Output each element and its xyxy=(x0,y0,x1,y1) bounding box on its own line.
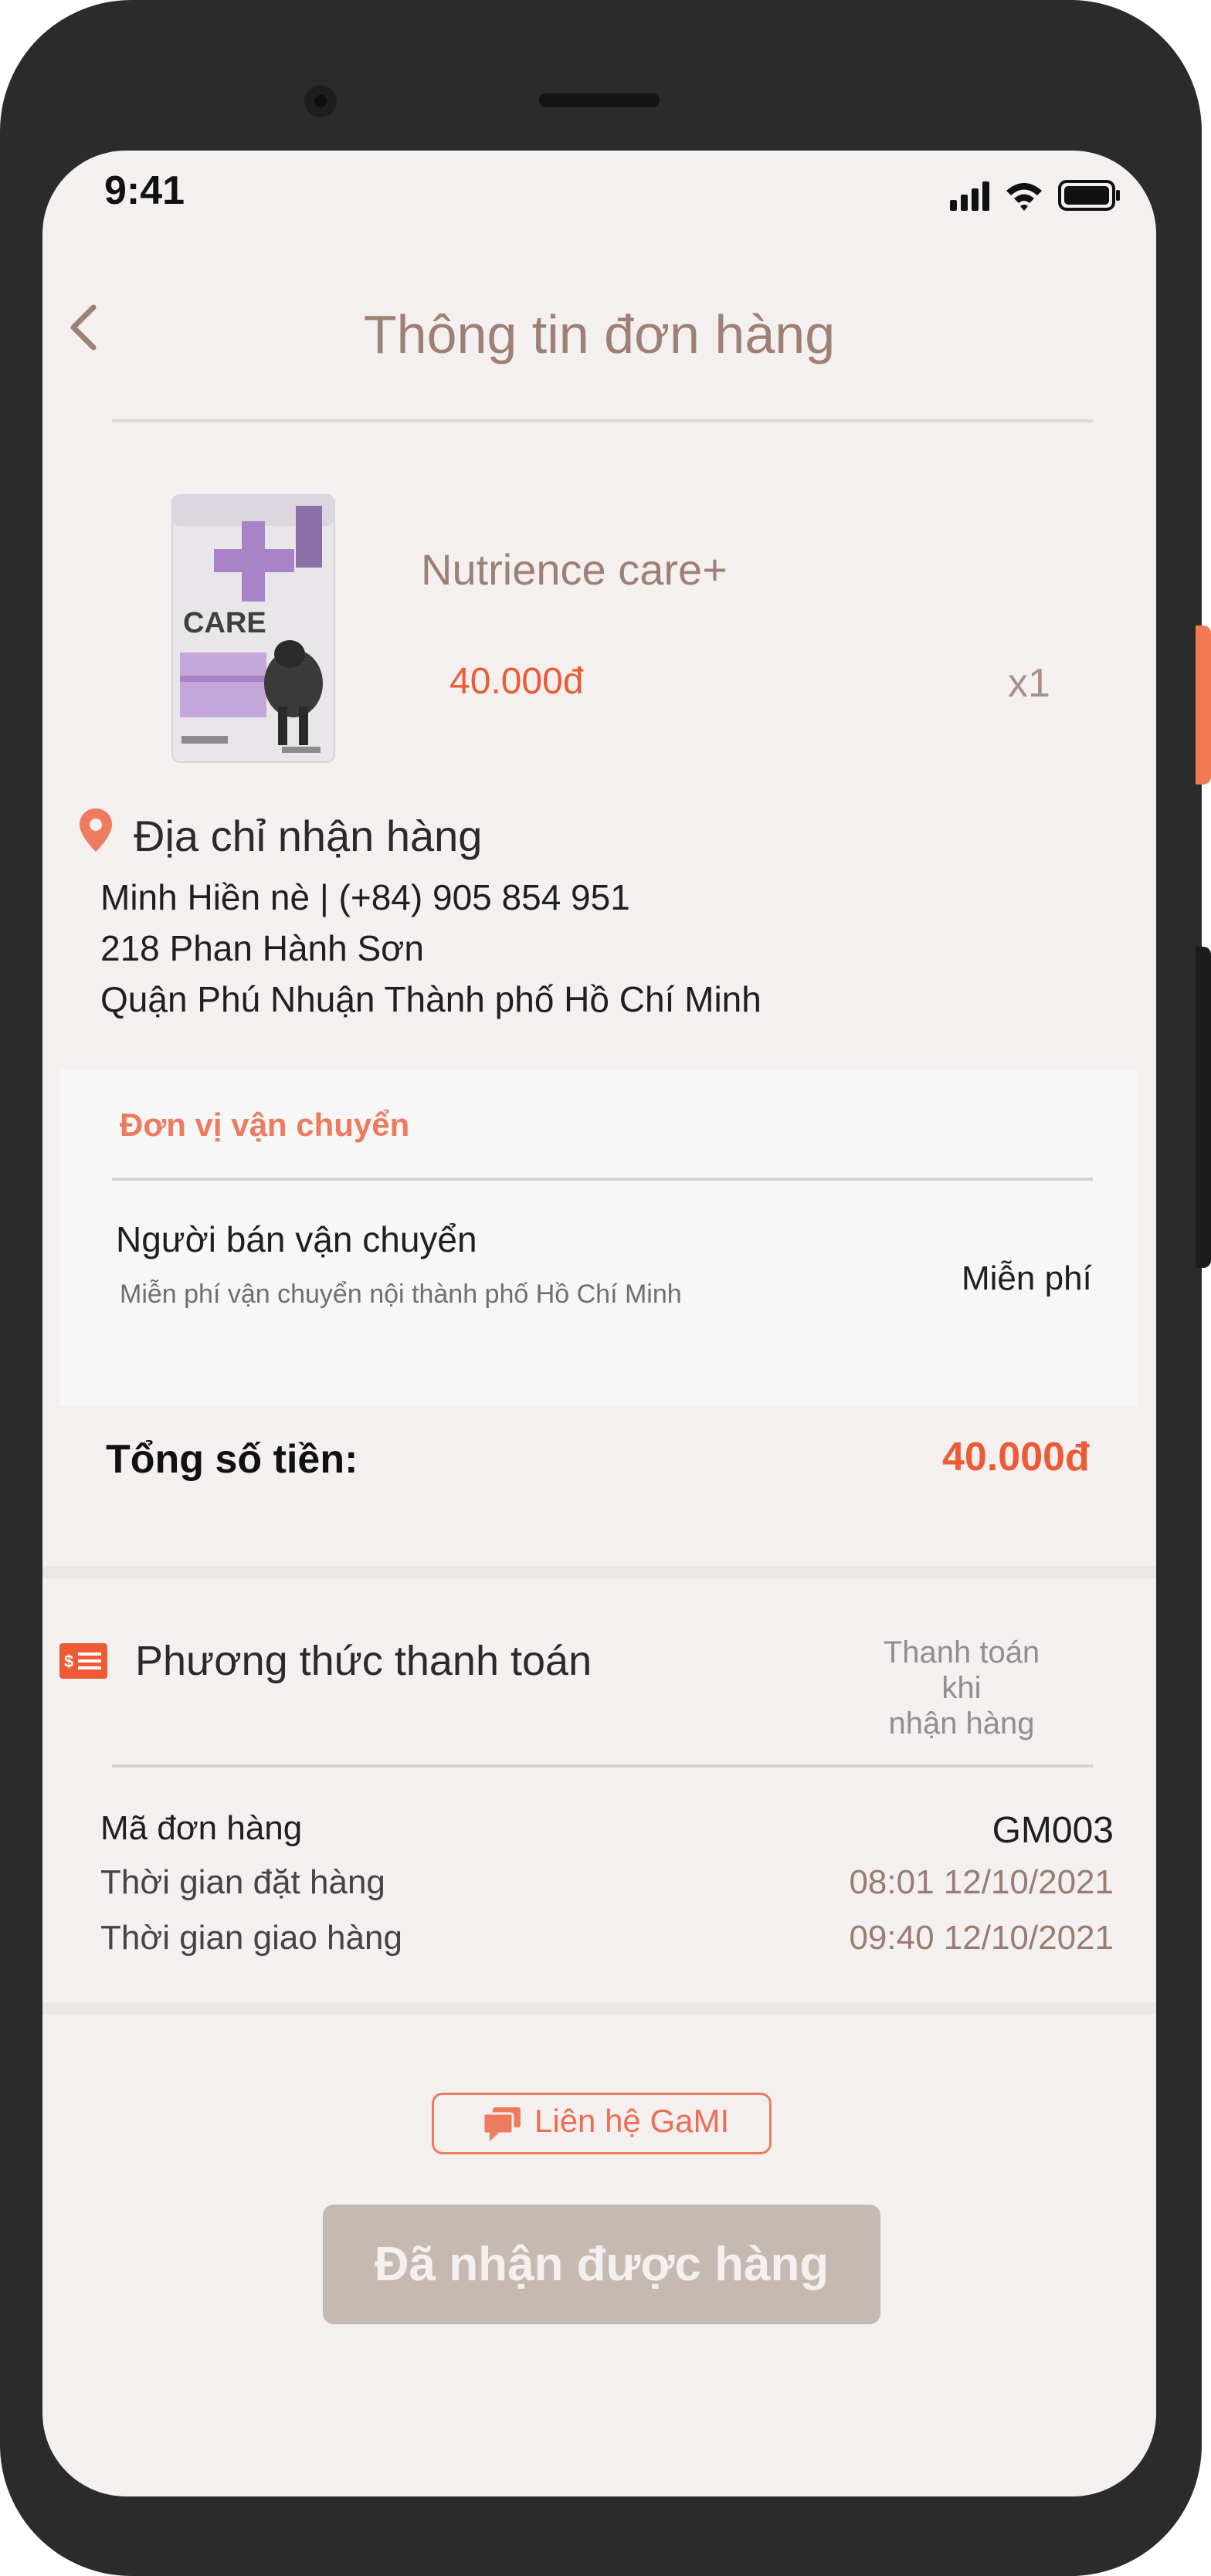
order-code-label: Mã đơn hàng xyxy=(100,1809,303,1847)
shipping-provider: Người bán vận chuyển xyxy=(116,1219,477,1259)
total-value: 40.000đ xyxy=(942,1435,1090,1480)
header-divider xyxy=(112,419,1093,422)
shipping-title: Đơn vị vận chuyển xyxy=(120,1107,410,1143)
shipping-fee: Miễn phí xyxy=(962,1259,1092,1297)
side-button-orange xyxy=(1196,625,1211,785)
front-camera xyxy=(304,85,337,117)
status-icons xyxy=(950,175,1156,214)
product-image[interactable]: CARE xyxy=(166,490,340,767)
chat-bubble-icon xyxy=(482,2106,522,2143)
contact-gami-label: Liên hệ GaMI xyxy=(534,2103,730,2139)
page-title: Thông tin đơn hàng xyxy=(363,304,836,364)
signal-wifi-battery-icon xyxy=(950,180,1120,211)
status-time: 9:41 xyxy=(104,168,185,213)
product-name[interactable]: Nutrience care+ xyxy=(421,544,728,595)
contact-gami-button[interactable]: Liên hệ GaMI xyxy=(432,2093,772,2154)
section-separator xyxy=(42,1566,1156,1578)
address-title: Địa chỉ nhận hàng xyxy=(134,812,483,860)
payment-value-line-2: nhận hàng xyxy=(888,1707,1035,1740)
order-code-value: GM003 xyxy=(992,1810,1114,1851)
payment-method-value: Thanh toán khi nhận hàng xyxy=(861,1635,1062,1741)
order-placed-label: Thời gian đặt hàng xyxy=(100,1863,385,1901)
side-button-dark xyxy=(1196,947,1211,1268)
total-label: Tổng số tiền: xyxy=(106,1437,358,1482)
shipping-divider xyxy=(112,1178,1093,1181)
svg-text:$: $ xyxy=(64,1652,73,1671)
order-received-button[interactable]: Đã nhận được hàng xyxy=(323,2205,880,2324)
payment-value-line-1: Thanh toán khi xyxy=(883,1635,1040,1705)
product-quantity: x1 xyxy=(1008,661,1050,706)
payment-method-label: Phương thức thanh toán xyxy=(135,1638,592,1684)
section-separator-2 xyxy=(42,2002,1156,2015)
order-placed-value: 08:01 12/10/2021 xyxy=(849,1863,1114,1901)
location-pin-icon xyxy=(77,807,114,855)
product-image-brand: CARE xyxy=(183,607,266,639)
address-district-city: Quận Phú Nhuận Thành phố Hồ Chí Minh xyxy=(100,979,762,1019)
order-delivered-label: Thời gian giao hàng xyxy=(100,1919,402,1957)
order-delivered-value: 09:40 12/10/2021 xyxy=(849,1919,1114,1957)
shipping-note: Miễn phí vận chuyển nội thành phố Hồ Chí… xyxy=(120,1280,682,1309)
address-name-phone: Minh Hiền nè | (+84) 905 854 951 xyxy=(100,877,630,917)
payment-divider xyxy=(112,1764,1093,1768)
payment-card-icon: $ xyxy=(59,1643,107,1679)
earpiece-speaker xyxy=(539,93,660,107)
product-price: 40.000đ xyxy=(449,661,584,702)
app-screen: 9:41 Thông tin đơn hàng CARE Nutrience c… xyxy=(42,151,1156,2496)
address-street: 218 Phan Hành Sơn xyxy=(100,928,424,968)
